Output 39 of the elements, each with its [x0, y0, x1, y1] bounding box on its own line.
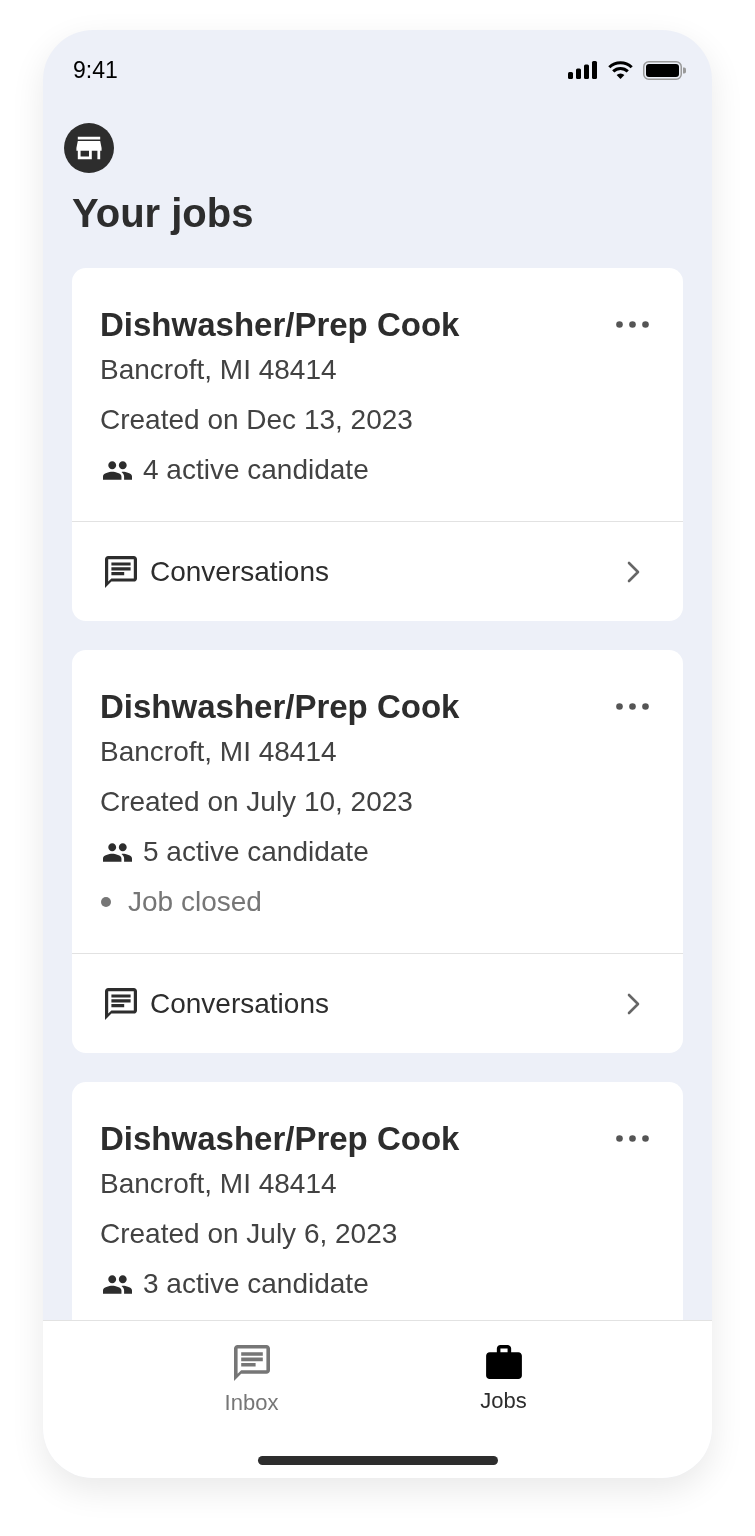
created-date: Created on Dec 13, 2023	[100, 403, 414, 437]
job-location: Bancroft, MI 48414	[100, 1167, 338, 1201]
more-button[interactable]	[615, 1134, 650, 1143]
chevron-right-icon	[627, 560, 640, 583]
more-icon	[616, 321, 649, 328]
people-icon	[103, 460, 132, 480]
chevron-right-icon	[627, 992, 640, 1015]
status-time: 9:41	[73, 58, 118, 82]
chat-icon	[233, 1345, 270, 1381]
tab[interactable]: Inbox	[186, 1345, 317, 1417]
more-icon	[616, 703, 649, 710]
chat-icon	[105, 987, 137, 1020]
signal-icon	[568, 61, 598, 79]
chat-icon	[105, 555, 137, 588]
candidate-count: 3 active candidate	[143, 1267, 369, 1301]
job-title: Dishwasher/Prep Cook	[100, 305, 461, 345]
more-icon	[616, 1135, 649, 1142]
candidate-count: 5 active candidate	[143, 835, 369, 869]
job-title: Dishwasher/Prep Cook	[100, 687, 461, 727]
more-button[interactable]	[615, 320, 650, 329]
people-icon	[103, 842, 132, 862]
status-dot-icon	[101, 897, 111, 907]
page-title: Your jobs	[72, 190, 255, 237]
battery-icon	[643, 60, 686, 80]
job-location: Bancroft, MI 48414	[100, 735, 338, 769]
job-title: Dishwasher/Prep Cook	[100, 1119, 461, 1159]
briefcase-icon	[485, 1345, 522, 1379]
conversations-button[interactable]: Conversations	[72, 954, 683, 1053]
tab[interactable]: Jobs	[438, 1345, 569, 1417]
created-date: Created on July 10, 2023	[100, 785, 414, 819]
more-button[interactable]	[615, 702, 650, 711]
created-date: Created on July 6, 2023	[100, 1217, 399, 1251]
job-status: Job closed	[128, 885, 262, 919]
store-icon	[64, 123, 114, 173]
people-icon	[103, 1274, 132, 1294]
conversations-button[interactable]: Conversations	[72, 522, 683, 621]
job-location: Bancroft, MI 48414	[100, 353, 338, 387]
wifi-icon	[608, 61, 633, 79]
candidate-count: 4 active candidate	[143, 453, 369, 487]
